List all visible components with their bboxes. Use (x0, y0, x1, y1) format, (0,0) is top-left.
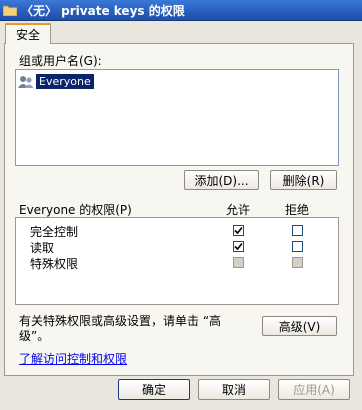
cancel-button[interactable]: 取消 (198, 379, 270, 400)
checkmark-icon (234, 226, 243, 235)
help-link[interactable]: 了解访问控制和权限 (19, 350, 127, 367)
folder-icon (3, 3, 17, 17)
advanced-button[interactable]: 高级(V) (262, 316, 337, 336)
permission-name: 特殊权限 (30, 257, 79, 271)
deny-checkbox-disabled (292, 257, 303, 268)
allow-checkbox-disabled (233, 257, 244, 268)
apply-button[interactable]: 应用(A) (278, 379, 350, 400)
cancel-button-label: 取消 (221, 383, 246, 397)
users-list[interactable]: Everyone (15, 69, 339, 166)
remove-button[interactable]: 删除(R) (270, 170, 337, 190)
permissions-title: Everyone 的权限(P) (19, 203, 132, 217)
ok-button-label: 确定 (141, 383, 166, 397)
title-bar[interactable]: 〈无〉 private keys 的权限 (0, 0, 362, 21)
window-title: 〈无〉 private keys 的权限 (21, 3, 185, 18)
checkmark-icon (234, 242, 243, 251)
ok-button[interactable]: 确定 (118, 379, 190, 400)
add-button-label: 添加(D)... (194, 173, 249, 188)
deny-checkbox[interactable] (292, 225, 303, 236)
tab-security[interactable]: 安全 (5, 23, 51, 44)
advanced-hint: 有关特殊权限或高级设置，请单击 “高级”。 (19, 314, 222, 343)
deny-header: 拒绝 (285, 203, 310, 217)
allow-checkbox[interactable] (233, 241, 244, 252)
list-item[interactable]: Everyone (18, 74, 336, 89)
apply-button-label: 应用(A) (293, 383, 335, 397)
remove-button-label: 删除(R) (282, 173, 325, 188)
deny-checkbox[interactable] (292, 241, 303, 252)
permission-row: 读取 (16, 238, 338, 255)
users-group-icon (18, 75, 34, 89)
allow-header: 允许 (226, 203, 251, 217)
groups-label: 组或用户名(G): (19, 54, 102, 68)
permissions-list: 完全控制 读取 特殊权限 (15, 217, 339, 305)
list-item-label: Everyone (36, 74, 94, 89)
allow-checkbox[interactable] (233, 225, 244, 236)
tab-security-label: 安全 (15, 28, 40, 42)
add-button[interactable]: 添加(D)... (184, 170, 259, 190)
permission-row: 完全控制 (16, 222, 338, 239)
permission-row: 特殊权限 (16, 254, 338, 271)
advanced-button-label: 高级(V) (278, 319, 321, 334)
